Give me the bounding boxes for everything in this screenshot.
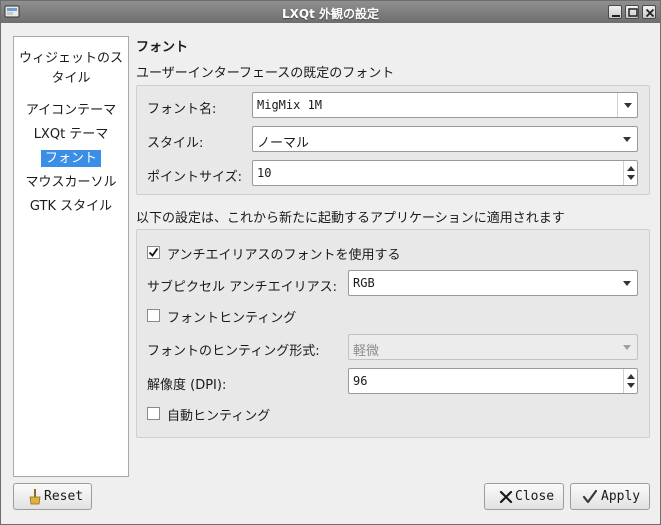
maximize-button[interactable] bbox=[625, 5, 639, 19]
point-size-label: ポイントサイズ: bbox=[147, 170, 242, 185]
style-value: ノーマル bbox=[257, 136, 310, 151]
minimize-icon bbox=[612, 15, 620, 17]
reset-button-label: Reset bbox=[44, 489, 84, 504]
sidebar-item-font[interactable]: フォント bbox=[14, 149, 128, 169]
point-size-spinbox[interactable]: 10 bbox=[252, 160, 638, 186]
dropdown-button[interactable] bbox=[617, 93, 637, 117]
font-name-label: フォント名: bbox=[147, 102, 217, 117]
close-icon bbox=[645, 8, 655, 18]
sidebar-item-mouse-cursor[interactable]: マウスカーソル bbox=[14, 173, 128, 193]
chevron-down-icon bbox=[624, 103, 632, 108]
reset-button[interactable]: Reset bbox=[13, 483, 92, 510]
font-name-combo[interactable]: MigMix 1M bbox=[252, 92, 638, 118]
autohint-label: 自動ヒンティング bbox=[167, 409, 271, 424]
subpixel-value: RGB bbox=[353, 276, 375, 290]
dpi-value: 96 bbox=[353, 374, 368, 388]
style-combo[interactable]: ノーマル bbox=[252, 126, 638, 152]
window-close-button[interactable] bbox=[642, 5, 656, 19]
close-button-label: Close bbox=[515, 489, 555, 504]
dpi-label: 解像度 (DPI): bbox=[147, 378, 227, 393]
subpixel-label: サブピクセル アンチエイリアス: bbox=[147, 280, 337, 295]
point-size-value: 10 bbox=[257, 166, 272, 180]
window-title: LXQt 外観の設定 bbox=[281, 7, 379, 21]
chevron-down-icon bbox=[623, 281, 631, 286]
close-button[interactable]: Close bbox=[484, 483, 564, 510]
title-bar[interactable]: LXQt 外観の設定 bbox=[1, 1, 660, 23]
sidebar-item-label: LXQt テーマ bbox=[33, 127, 109, 142]
style-label: スタイル: bbox=[147, 136, 204, 151]
sidebar-item-widget-style[interactable]: ウィジェットのスタイル bbox=[14, 49, 128, 89]
sidebar-item-icon-theme[interactable]: アイコンテーマ bbox=[14, 101, 128, 121]
dropdown-button[interactable] bbox=[617, 271, 637, 295]
chevron-down-icon bbox=[623, 345, 631, 350]
checkmark-icon bbox=[148, 247, 159, 257]
hinting-checkbox[interactable] bbox=[147, 309, 160, 322]
sidebar-item-label: フォント bbox=[40, 150, 101, 167]
checkmark-icon bbox=[582, 489, 598, 504]
spin-arrows-icon bbox=[627, 374, 635, 388]
hint-style-label: フォントのヒンティング形式: bbox=[147, 344, 320, 359]
autohint-checkbox[interactable] bbox=[147, 407, 160, 420]
subpixel-combo[interactable]: RGB bbox=[348, 270, 638, 296]
app-settings-section-label: 以下の設定は、これから新たに起動するアプリケーションに適用されます bbox=[136, 211, 565, 226]
dropdown-button[interactable] bbox=[617, 335, 637, 359]
chevron-down-icon bbox=[623, 137, 631, 142]
sidebar-item-label: アイコンテーマ bbox=[25, 103, 117, 118]
spin-buttons[interactable] bbox=[623, 369, 637, 393]
sidebar-item-label: GTK スタイル bbox=[29, 199, 113, 214]
sidebar-item-label: ウィジェットのスタイル bbox=[18, 51, 123, 86]
sidebar-item-label: マウスカーソル bbox=[25, 175, 117, 190]
spin-buttons[interactable] bbox=[623, 161, 637, 185]
dropdown-button[interactable] bbox=[617, 127, 637, 151]
apply-button[interactable]: Apply bbox=[570, 483, 650, 510]
font-name-value: MigMix 1M bbox=[257, 98, 323, 112]
x-icon bbox=[499, 490, 513, 504]
category-list[interactable]: ウィジェットのスタイル アイコンテーマ LXQt テーマ フォント マウスカーソ… bbox=[13, 36, 129, 477]
spin-arrows-icon bbox=[627, 166, 635, 180]
hinting-label: フォントヒンティング bbox=[167, 311, 297, 326]
default-font-section-label: ユーザーインターフェースの既定のフォント bbox=[136, 66, 395, 81]
sidebar-item-gtk-style[interactable]: GTK スタイル bbox=[14, 197, 128, 217]
appearance-settings-window: LXQt 外観の設定 ウィジェットのスタイル アイコンテーマ LXQt テーマ … bbox=[0, 0, 661, 525]
page-title: フォント bbox=[136, 40, 189, 55]
antialias-checkbox[interactable] bbox=[147, 246, 160, 259]
hint-style-combo[interactable]: 軽微 bbox=[348, 334, 638, 360]
dpi-spinbox[interactable]: 96 bbox=[348, 368, 638, 394]
antialias-label: アンチエイリアスのフォントを使用する bbox=[167, 248, 401, 263]
hint-style-value: 軽微 bbox=[353, 344, 380, 359]
sidebar-item-lxqt-theme[interactable]: LXQt テーマ bbox=[14, 125, 128, 145]
apply-button-label: Apply bbox=[601, 489, 641, 504]
broom-icon bbox=[29, 489, 41, 505]
minimize-button[interactable] bbox=[608, 5, 622, 19]
maximize-icon bbox=[628, 8, 638, 17]
